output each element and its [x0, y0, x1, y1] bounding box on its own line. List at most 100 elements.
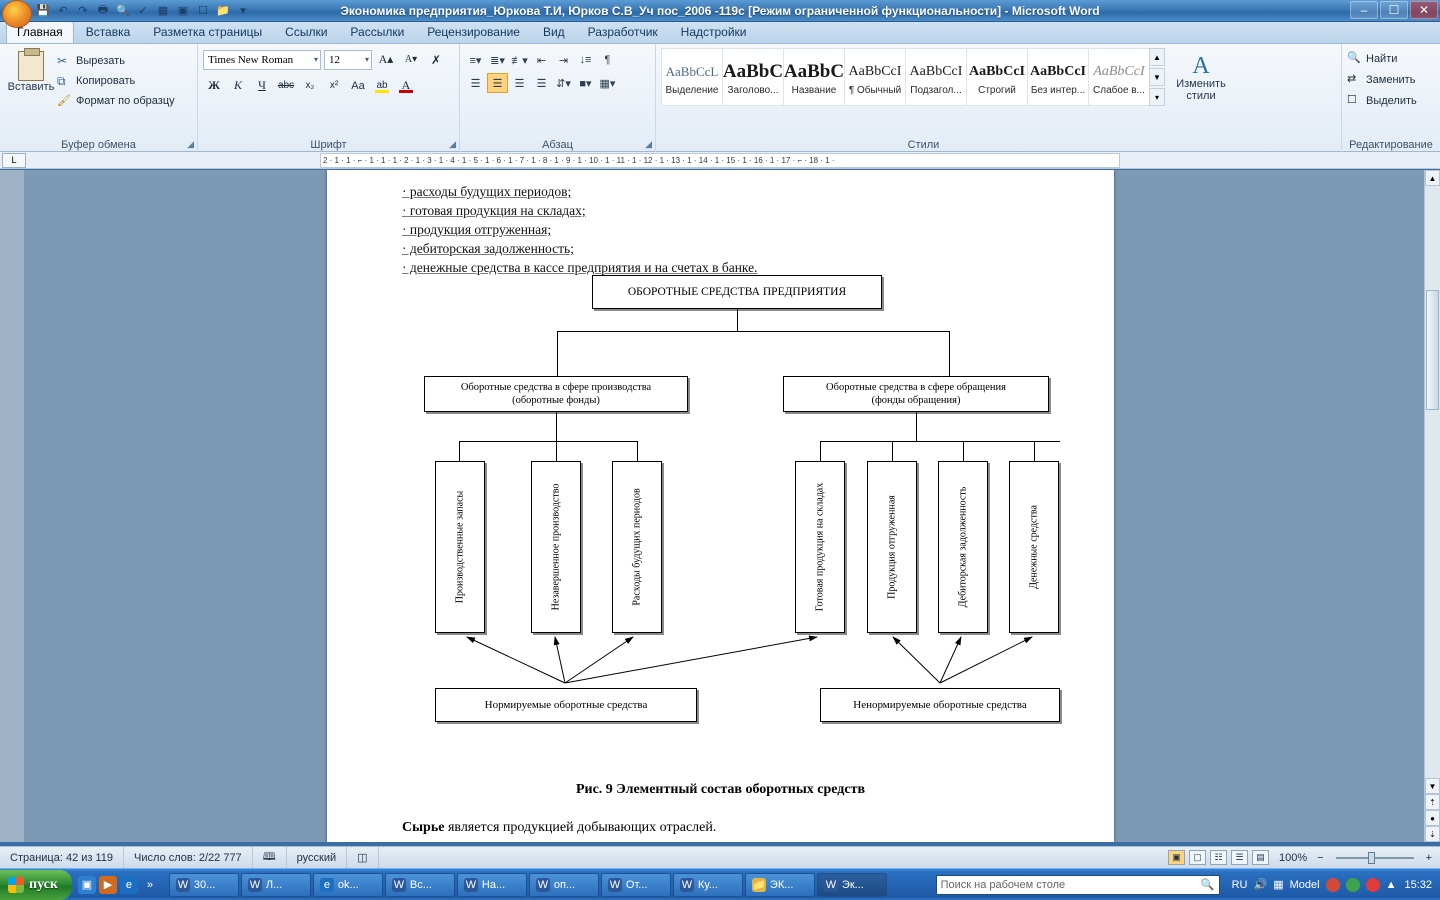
- taskbar-item[interactable]: e ok...: [312, 872, 383, 897]
- show-marks-button[interactable]: ¶: [597, 50, 618, 70]
- page-indicator[interactable]: Страница: 42 из 119: [0, 846, 125, 869]
- search-icon[interactable]: 🔍: [1201, 878, 1215, 891]
- print-layout-view-button[interactable]: ▣: [1167, 850, 1185, 865]
- network-icon[interactable]: ▦: [1273, 878, 1283, 891]
- scroll-up-icon[interactable]: ▲: [1425, 170, 1440, 186]
- bullets-button[interactable]: ≡▾: [465, 50, 486, 70]
- replace-button[interactable]: ⇄ Заменить: [1347, 69, 1435, 90]
- table-icon[interactable]: ▦: [154, 2, 172, 20]
- font-dialog-launcher[interactable]: ◢: [449, 139, 456, 150]
- line-spacing-button[interactable]: ⇵▾: [553, 73, 574, 93]
- text-highlight-button[interactable]: ab: [371, 75, 393, 96]
- zoom-level[interactable]: 100%: [1273, 852, 1313, 864]
- update-icon[interactable]: [1345, 877, 1360, 892]
- clear-formatting-button[interactable]: ✗: [425, 49, 447, 70]
- paste-button[interactable]: Вставить: [5, 47, 57, 152]
- shading-button[interactable]: ■▾: [575, 73, 596, 93]
- draft-view-button[interactable]: ▤: [1251, 850, 1269, 865]
- office-button[interactable]: [2, 0, 32, 28]
- taskbar-item[interactable]: W 30...: [168, 872, 239, 897]
- antivirus-icon[interactable]: [1325, 877, 1340, 892]
- internet-explorer-icon[interactable]: e: [119, 875, 138, 894]
- picture-icon[interactable]: ▣: [174, 2, 192, 20]
- close-button[interactable]: ✕: [1410, 1, 1438, 19]
- style-item[interactable]: AaBbCcI Строгий: [966, 48, 1028, 106]
- multilevel-list-button[interactable]: ≢▾: [509, 50, 530, 70]
- taskbar-item[interactable]: W На...: [456, 872, 527, 897]
- bold-button[interactable]: Ж: [203, 75, 225, 96]
- style-item[interactable]: AaBbC Название: [783, 48, 845, 106]
- styles-more-icon[interactable]: ▾: [1149, 88, 1165, 106]
- zoom-out-button[interactable]: −: [1317, 852, 1323, 864]
- next-page-icon[interactable]: ⇣: [1425, 826, 1440, 842]
- grow-font-button[interactable]: A▴: [375, 49, 397, 70]
- spelling-icon[interactable]: ✓: [134, 2, 152, 20]
- change-styles-button[interactable]: A Изменить стили: [1165, 48, 1237, 102]
- copy-button[interactable]: Копировать: [57, 71, 175, 91]
- full-screen-view-button[interactable]: ▢: [1188, 850, 1206, 865]
- start-button[interactable]: пуск: [0, 869, 72, 900]
- taskbar-item[interactable]: W От...: [600, 872, 671, 897]
- style-item[interactable]: AaBbCcI ¶ Обычный: [844, 48, 906, 106]
- save-icon[interactable]: 💾: [34, 2, 52, 20]
- taskbar-item[interactable]: Wоп...: [528, 872, 599, 897]
- taskbar-item[interactable]: W Ку...: [672, 872, 743, 897]
- print-preview-icon[interactable]: 🔍: [114, 2, 132, 20]
- new-icon[interactable]: ☐: [194, 2, 212, 20]
- paragraph-dialog-launcher[interactable]: ◢: [645, 139, 652, 150]
- redo-icon[interactable]: ↷: [74, 2, 92, 20]
- font-color-button[interactable]: A: [395, 75, 417, 96]
- zoom-in-button[interactable]: +: [1426, 852, 1432, 864]
- minimize-button[interactable]: –: [1350, 1, 1378, 19]
- numbering-button[interactable]: ≣▾: [487, 50, 508, 70]
- align-left-button[interactable]: ☰: [465, 73, 486, 93]
- style-item[interactable]: AaBbCcL Выделение: [661, 48, 723, 106]
- borders-button[interactable]: ▦▾: [597, 73, 618, 93]
- horizontal-ruler[interactable]: 2 · 1 · 1 · ⌐ · 1 · 1 · 1 · 2 · 1 · 3 · …: [320, 153, 1120, 168]
- tab-view[interactable]: Вид: [532, 21, 576, 43]
- open-icon[interactable]: 📁: [214, 2, 232, 20]
- print-icon[interactable]: 🖶: [94, 2, 112, 20]
- vertical-scrollbar[interactable]: ▲ ▼ ⇡ ● ⇣: [1424, 170, 1440, 842]
- kaspersky-icon[interactable]: [1365, 877, 1380, 892]
- proofing-status-icon[interactable]: 🕮: [253, 846, 287, 869]
- more-icon[interactable]: »: [141, 876, 159, 894]
- cut-button[interactable]: Вырезать: [57, 51, 175, 71]
- superscript-button[interactable]: x²: [323, 75, 345, 96]
- taskbar-item[interactable]: 📁 ЭК...: [744, 872, 815, 897]
- taskbar-item[interactable]: W Вс...: [384, 872, 455, 897]
- tab-addins[interactable]: Надстройки: [670, 21, 758, 43]
- format-painter-button[interactable]: Формат по образцу: [57, 91, 175, 111]
- justify-button[interactable]: ☰: [531, 73, 552, 93]
- sort-button[interactable]: ↓≡: [575, 50, 596, 70]
- italic-button[interactable]: К: [227, 75, 249, 96]
- scrollbar-thumb[interactable]: [1426, 290, 1439, 410]
- document-page[interactable]: · расходы будущих периодов; · готовая пр…: [327, 170, 1114, 842]
- align-right-button[interactable]: ☰: [509, 73, 530, 93]
- tab-review[interactable]: Рецензирование: [416, 21, 531, 43]
- strikethrough-button[interactable]: abc: [275, 75, 297, 96]
- decrease-indent-button[interactable]: ⇤: [531, 50, 552, 70]
- scroll-down-icon[interactable]: ▼: [1425, 778, 1440, 794]
- subscript-button[interactable]: x₂: [299, 75, 321, 96]
- show-hidden-icons-icon[interactable]: ▲: [1386, 879, 1397, 891]
- find-button[interactable]: 🔍 Найти: [1347, 48, 1435, 69]
- tab-developer[interactable]: Разработчик: [577, 21, 669, 43]
- language-indicator-tray[interactable]: RU: [1232, 879, 1248, 891]
- font-size-combo[interactable]: 12 ▾: [324, 49, 372, 70]
- tray-model-label[interactable]: Model: [1290, 879, 1320, 891]
- styles-scroll-up-icon[interactable]: ▲: [1149, 48, 1165, 66]
- change-case-button[interactable]: Aa: [347, 75, 369, 96]
- tab-references[interactable]: Ссылки: [274, 21, 338, 43]
- underline-button[interactable]: Ч: [251, 75, 273, 96]
- clipboard-dialog-launcher[interactable]: ◢: [187, 139, 194, 150]
- restore-button[interactable]: ☐: [1380, 1, 1408, 19]
- zoom-thumb[interactable]: [1367, 851, 1375, 864]
- style-item[interactable]: AaBbC Заголово...: [722, 48, 784, 106]
- style-item[interactable]: AaBbCcI Подзагол...: [905, 48, 967, 106]
- clock[interactable]: 15:32: [1404, 879, 1440, 891]
- tab-insert[interactable]: Вставка: [75, 21, 142, 43]
- font-family-combo[interactable]: Times New Roman ▾: [203, 49, 321, 70]
- language-indicator[interactable]: русский: [287, 846, 348, 869]
- select-button[interactable]: ☐ Выделить: [1347, 90, 1435, 111]
